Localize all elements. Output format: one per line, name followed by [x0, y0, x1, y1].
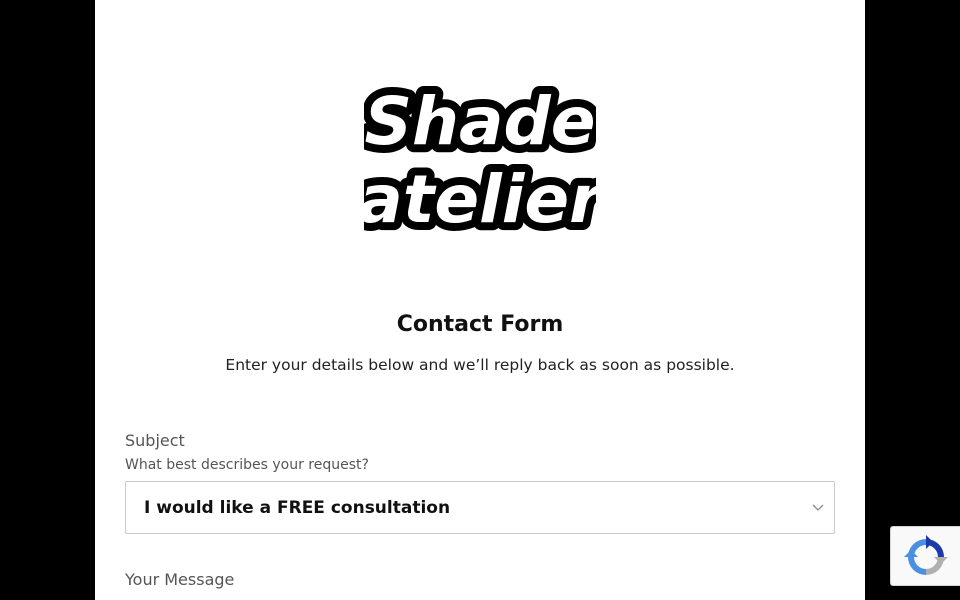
recaptcha-icon	[904, 535, 948, 575]
brand-logo: Shade atelier	[364, 72, 596, 252]
page-title: Contact Form	[396, 312, 564, 337]
subject-help-text: What best describes your request?	[125, 457, 369, 473]
contact-page: Shade atelier Contact Form Enter your de…	[95, 0, 865, 600]
chevron-down-icon	[812, 504, 824, 511]
logo-line-2: atelier	[364, 161, 596, 238]
page-subtitle: Enter your details below and we’ll reply…	[225, 356, 735, 374]
subject-selected-value: I would like a FREE consultation	[144, 498, 451, 518]
shade-atelier-logo-icon: Shade atelier	[364, 75, 596, 246]
subject-select[interactable]: I would like a FREE consultation	[125, 481, 835, 534]
logo-line-1: Shade	[364, 83, 595, 160]
message-label: Your Message	[125, 570, 235, 589]
subject-label: Subject	[125, 431, 185, 450]
recaptcha-badge[interactable]	[890, 526, 960, 586]
